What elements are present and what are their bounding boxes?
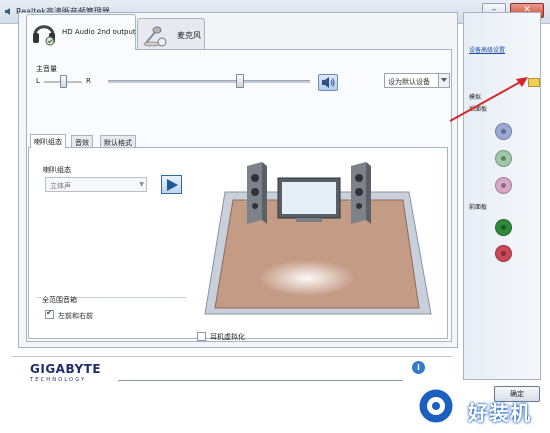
- volume-slider[interactable]: [236, 74, 244, 88]
- front-panel-label: 前面板: [469, 204, 488, 211]
- tab-speaker-config-label: 喇叭组态: [34, 138, 62, 146]
- balance-slider[interactable]: [60, 75, 67, 88]
- speaker-room-illustration: [204, 162, 432, 315]
- headphone-virtualization-label: 耳机虚拟化: [210, 333, 245, 341]
- gigabyte-logo-subtitle: TECHNOLOGY: [30, 377, 87, 383]
- watermark-logo-icon: [416, 386, 456, 426]
- rear-jack-green[interactable]: [495, 150, 512, 167]
- headphone-virtualization-checkbox[interactable]: [197, 332, 206, 341]
- right-speaker: [351, 162, 371, 224]
- annotation-arrow: [449, 77, 528, 122]
- main-volume-label: 主音量: [36, 65, 57, 73]
- microphone-icon: [143, 26, 167, 47]
- headphones-icon: [33, 25, 55, 46]
- tab-hd-audio-output[interactable]: HD Audio 2nd output: [26, 14, 136, 50]
- advanced-settings-link[interactable]: 设备高级设置: [469, 45, 505, 54]
- chevron-down-icon: ▼: [139, 181, 144, 188]
- speaker-config-select[interactable]: 立体声 ▼: [45, 177, 147, 192]
- tab-sound-effects-label: 音效: [75, 139, 89, 147]
- tab-hd-audio-output-label: HD Audio 2nd output: [62, 28, 136, 36]
- left-speaker: [247, 162, 267, 224]
- volume-track: [108, 80, 310, 83]
- front-lr-checkbox[interactable]: ✔: [45, 308, 54, 319]
- tv-screen: [277, 177, 341, 222]
- gigabyte-logo: GIGABYTE: [30, 362, 102, 376]
- front-jack-red[interactable]: [495, 245, 512, 262]
- footer-rule: [118, 380, 403, 381]
- info-icon[interactable]: i: [412, 361, 425, 374]
- watermark-text: 好装机: [468, 401, 531, 425]
- default-device-dropdown[interactable]: 设为默认设备: [384, 73, 450, 88]
- connector-side-panel: [463, 12, 541, 380]
- info-glyph: i: [417, 363, 420, 372]
- tab-microphone[interactable]: 麦克风: [137, 18, 205, 49]
- balance-right-label: R: [86, 77, 91, 85]
- tab-microphone-label: 麦克风: [177, 31, 201, 40]
- default-device-label: 设为默认设备: [388, 78, 430, 86]
- tab-default-format-label: 默认格式: [104, 139, 132, 147]
- play-test-button[interactable]: [161, 175, 182, 194]
- speaker-config-value: 立体声: [50, 182, 71, 190]
- footer-divider: [12, 356, 452, 357]
- rear-jack-blue[interactable]: [495, 123, 512, 140]
- front-jack-green[interactable]: [495, 219, 512, 236]
- speaker-config-label: 喇叭组态: [43, 166, 71, 174]
- front-lr-label: 左前和右前: [58, 312, 93, 320]
- tab-speaker-config[interactable]: 喇叭组态: [30, 134, 66, 148]
- watermark: 好装机: [414, 380, 550, 432]
- mute-button[interactable]: [318, 74, 338, 91]
- full-range-title: 全范围音箱: [42, 295, 77, 305]
- speaker-icon: [322, 77, 335, 88]
- speaker-icon: [5, 8, 10, 15]
- rear-jack-pink[interactable]: [495, 177, 512, 194]
- check-icon: ✔: [46, 308, 53, 317]
- play-icon: [167, 179, 178, 191]
- balance-left-label: L: [36, 77, 40, 85]
